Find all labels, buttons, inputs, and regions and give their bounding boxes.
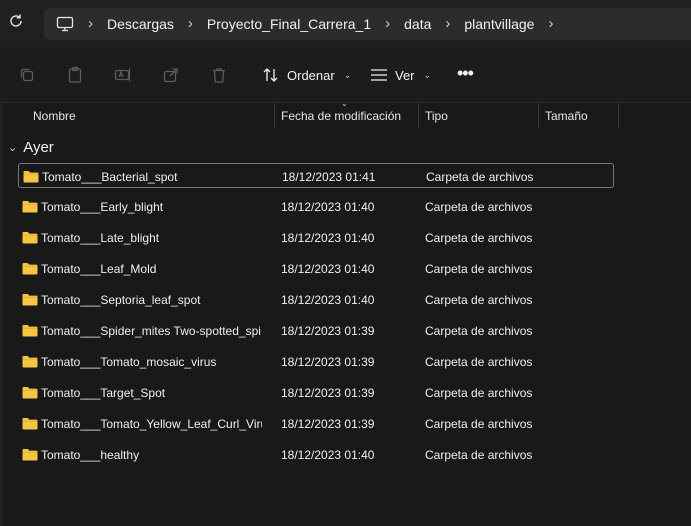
group-header[interactable]: ⌄ Ayer — [8, 137, 54, 157]
file-name: Tomato___Spider_mites Two-spotted_spi... — [41, 324, 262, 338]
more-options-icon[interactable]: ••• — [457, 63, 477, 87]
chevron-down-icon[interactable]: ⌄ — [8, 141, 17, 154]
file-type: Carpeta de archivos — [425, 262, 533, 276]
share-icon[interactable] — [161, 65, 181, 85]
breadcrumb-item-plantvillage[interactable]: plantvillage — [464, 16, 534, 32]
file-type: Carpeta de archivos — [425, 324, 533, 338]
file-date: 18/12/2023 01:41 — [282, 170, 376, 184]
column-header-type[interactable]: Tipo — [425, 109, 448, 123]
folder-icon — [22, 324, 38, 337]
file-name: Tomato___Bacterial_spot — [42, 170, 178, 184]
copy-icon[interactable] — [17, 65, 37, 85]
address-bar-row: › Descargas › Proyecto_Final_Carrera_1 ›… — [0, 0, 691, 47]
file-row[interactable]: Tomato___Septoria_leaf_spot 18/12/2023 01… — [18, 287, 614, 312]
command-bar: Ordenar ⌄ Ver ⌄ ••• — [0, 47, 691, 103]
file-type: Carpeta de archivos — [425, 417, 533, 431]
breadcrumb-item-data[interactable]: data — [404, 16, 431, 32]
file-row[interactable]: Tomato___Target_Spot 18/12/2023 01:39 Carp… — [18, 380, 614, 405]
folder-icon — [22, 262, 38, 275]
this-pc-icon[interactable] — [56, 16, 74, 32]
folder-icon — [22, 386, 38, 399]
file-date: 18/12/2023 01:40 — [281, 200, 375, 214]
file-type: Carpeta de archivos — [425, 200, 533, 214]
file-name: Tomato___Tomato_mosaic_virus — [41, 355, 217, 369]
folder-icon — [22, 293, 38, 306]
file-type: Carpeta de archivos — [425, 231, 533, 245]
view-icon — [371, 69, 387, 81]
column-divider[interactable] — [618, 103, 619, 128]
file-row[interactable]: Tomato___Late_blight 18/12/2023 01:40 Carp… — [18, 225, 614, 250]
file-row[interactable]: Tomato___Leaf_Mold 18/12/2023 01:40 Carpet… — [18, 256, 614, 281]
folder-icon — [22, 355, 38, 368]
column-header-date[interactable]: Fecha de modificación — [281, 109, 401, 123]
breadcrumb[interactable]: › Descargas › Proyecto_Final_Carrera_1 ›… — [44, 8, 691, 40]
file-date: 18/12/2023 01:39 — [281, 355, 375, 369]
chevron-right-icon[interactable]: › — [431, 8, 464, 40]
view-button[interactable]: Ver ⌄ — [370, 63, 431, 87]
file-row[interactable]: Tomato___Spider_mites Two-spotted_spi...… — [18, 318, 614, 343]
file-date: 18/12/2023 01:39 — [281, 417, 375, 431]
file-name: Tomato___Early_blight — [41, 200, 164, 214]
left-pane-edge — [0, 103, 2, 526]
refresh-svg — [10, 14, 22, 27]
chevron-down-icon: ⌄ — [343, 69, 352, 80]
file-row[interactable]: Tomato___Early_blight 18/12/2023 01:40 Car… — [18, 194, 614, 219]
file-explorer-window: › Descargas › Proyecto_Final_Carrera_1 ›… — [0, 0, 691, 526]
sort-button[interactable]: Ordenar ⌄ — [262, 63, 351, 87]
file-type: Carpeta de archivos — [425, 355, 533, 369]
file-row[interactable]: Tomato___Bacterial_spot 18/12/2023 01:41 C… — [18, 163, 614, 188]
file-name: Tomato___healthy — [41, 448, 140, 462]
file-date: 18/12/2023 01:40 — [281, 448, 375, 462]
file-row[interactable]: Tomato___healthy 18/12/2023 01:40 Carpeta … — [18, 442, 614, 467]
folder-icon — [22, 200, 38, 213]
column-divider[interactable] — [418, 103, 419, 128]
chevron-right-icon[interactable]: › — [371, 8, 404, 40]
file-date: 18/12/2023 01:40 — [281, 231, 375, 245]
sort-caret-icon: ⌄ — [341, 99, 348, 108]
file-name: Tomato___Septoria_leaf_spot — [41, 293, 201, 307]
chevron-right-icon[interactable]: › — [174, 8, 207, 40]
file-name: Tomato___Leaf_Mold — [41, 262, 157, 276]
chevron-right-icon[interactable]: › — [74, 8, 107, 40]
file-type: Carpeta de archivos — [425, 293, 533, 307]
view-label: Ver — [395, 67, 415, 83]
folder-icon — [22, 448, 38, 461]
column-divider[interactable] — [274, 103, 275, 128]
file-type: Carpeta de archivos — [425, 448, 533, 462]
file-name: Tomato___Tomato_Yellow_Leaf_Curl_Virus — [41, 417, 262, 431]
file-name: Tomato___Target_Spot — [41, 386, 166, 400]
file-type: Carpeta de archivos — [426, 170, 534, 184]
file-date: 18/12/2023 01:40 — [281, 293, 375, 307]
column-headers: Nombre ⌄ Fecha de modificación Tipo Tama… — [0, 99, 691, 128]
sort-label: Ordenar — [287, 67, 335, 83]
delete-icon[interactable] — [209, 65, 229, 85]
refresh-icon[interactable] — [6, 13, 26, 33]
breadcrumb-item-proyecto[interactable]: Proyecto_Final_Carrera_1 — [207, 16, 371, 32]
rename-icon[interactable] — [113, 65, 133, 85]
column-header-name[interactable]: Nombre — [33, 109, 76, 123]
file-name: Tomato___Late_blight — [41, 231, 160, 245]
folder-icon — [22, 417, 38, 430]
breadcrumb-item-descargas[interactable]: Descargas — [107, 16, 174, 32]
sort-icon — [263, 68, 278, 82]
file-date: 18/12/2023 01:39 — [281, 324, 375, 338]
column-header-size[interactable]: Tamaño — [545, 109, 588, 123]
column-divider[interactable] — [538, 103, 539, 128]
file-type: Carpeta de archivos — [425, 386, 533, 400]
folder-icon — [23, 170, 39, 183]
paste-icon[interactable] — [65, 65, 85, 85]
file-date: 18/12/2023 01:39 — [281, 386, 375, 400]
file-date: 18/12/2023 01:40 — [281, 262, 375, 276]
group-label: Ayer — [23, 138, 54, 156]
file-row[interactable]: Tomato___Tomato_mosaic_virus 18/12/2023 0… — [18, 349, 614, 374]
chevron-right-icon[interactable]: › — [534, 8, 567, 40]
chevron-down-icon: ⌄ — [423, 69, 432, 80]
folder-icon — [22, 231, 38, 244]
file-row[interactable]: Tomato___Tomato_Yellow_Leaf_Curl_Virus 18… — [18, 411, 614, 436]
